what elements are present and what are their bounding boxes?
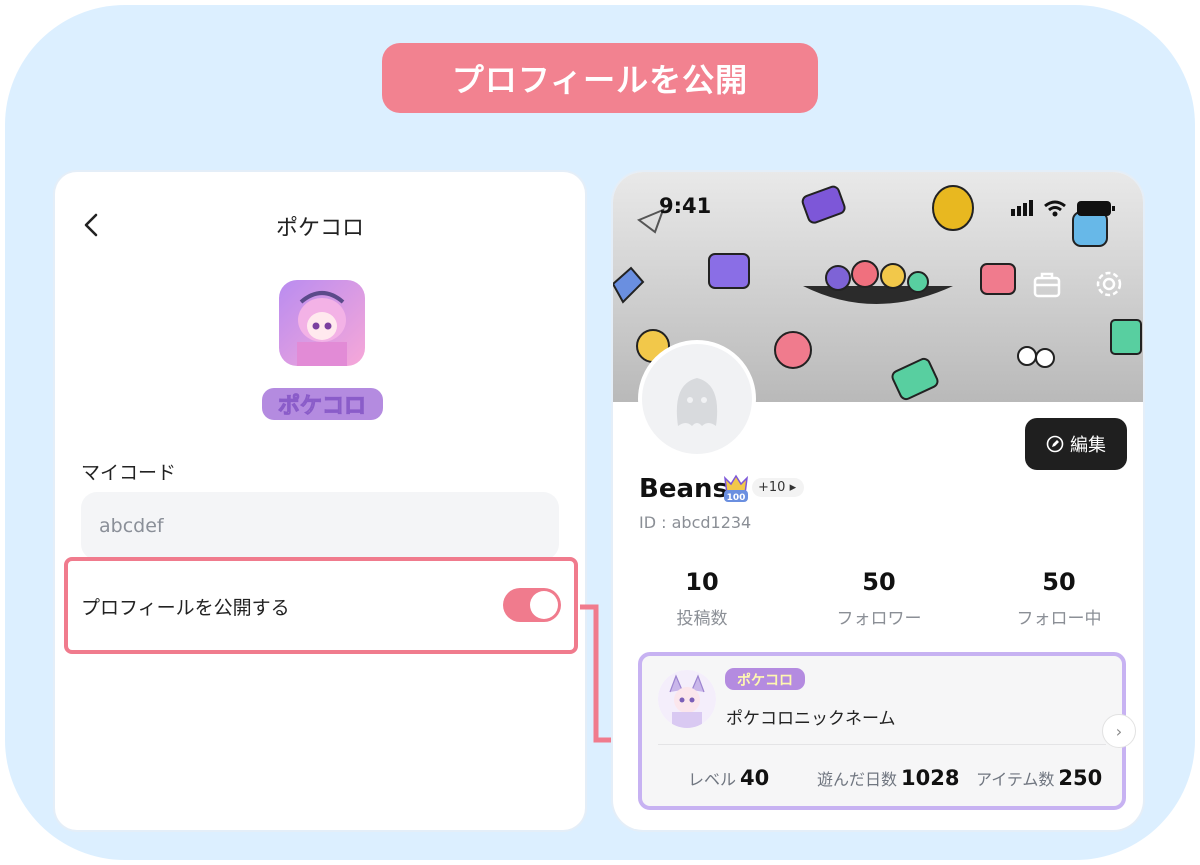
days-label: 遊んだ日数: [817, 770, 898, 789]
game-avatar: [658, 670, 716, 728]
svg-text:ポケコロ: ポケコロ: [737, 672, 793, 689]
profile-id: ID : abcd1234: [639, 513, 752, 532]
status-icons: [1011, 200, 1115, 217]
my-code-label: マイコード: [81, 462, 177, 484]
toggle-highlight-frame: [64, 557, 578, 654]
gear-icon[interactable]: [1093, 268, 1125, 300]
edit-button-label: 編集: [1070, 435, 1106, 456]
badge-extra-count: +10: [758, 480, 786, 495]
stat-value: 50: [862, 568, 896, 596]
stat-label: フォロー中: [1016, 609, 1102, 629]
game-level: レベル 40: [688, 766, 769, 790]
stat-following[interactable]: 50 フォロー中: [994, 568, 1124, 629]
pokecolo-logo: ポケコロ: [260, 384, 385, 424]
status-time: 9:41: [659, 194, 712, 218]
signal-icon: [1011, 200, 1033, 216]
stat-label: フォロワー: [836, 609, 922, 629]
stat-followers[interactable]: 50 フォロワー: [814, 568, 944, 629]
profile-screen: 9:41 編集 Beans 100 +10 ▸ ID : abcd1234 10…: [613, 172, 1143, 830]
chevron-right-icon[interactable]: ›: [1102, 714, 1136, 748]
items-label: アイテム数: [976, 770, 1055, 789]
banner-text: プロフィールを公開: [451, 61, 749, 99]
wifi-icon: [1044, 200, 1066, 217]
game-items: アイテム数 250: [976, 766, 1102, 790]
svg-text:ポケコロ: ポケコロ: [278, 393, 366, 419]
title-banner: プロフィールを公開: [382, 43, 818, 113]
stat-value: 50: [1042, 568, 1076, 596]
game-days: 遊んだ日数 1028: [817, 766, 959, 790]
items-value: 250: [1058, 766, 1103, 790]
my-code-field[interactable]: abcdef: [81, 492, 559, 560]
stat-posts[interactable]: 10 投稿数: [637, 568, 767, 629]
edit-icon: [1046, 435, 1064, 453]
game-logo: ポケコロ: [724, 666, 806, 692]
days-value: 1028: [901, 766, 960, 790]
game-nickname: ポケコロニックネーム: [726, 709, 896, 729]
stat-label: 投稿数: [676, 609, 728, 629]
settings-screen: ポケコロ ポケコロ マイコード abcdef プロフィールを公開する: [55, 172, 585, 830]
app-icon: [279, 280, 365, 366]
game-profile-card[interactable]: ポケコロ ポケコロニックネーム › レベル 40 遊んだ日数 1028 アイテム数 2…: [638, 652, 1136, 810]
level-badge-icon[interactable]: 100: [721, 472, 751, 504]
badge-more-button[interactable]: +10 ▸: [752, 478, 805, 497]
shop-icon[interactable]: [1031, 268, 1063, 300]
avatar[interactable]: [638, 340, 756, 458]
screen-title: ポケコロ: [275, 216, 364, 241]
card-divider: [658, 744, 1106, 745]
profile-name: Beans: [639, 474, 728, 504]
edit-profile-button[interactable]: 編集: [1025, 418, 1127, 470]
level-value: 40: [740, 766, 770, 790]
svg-text:100: 100: [727, 493, 746, 503]
stat-value: 10: [685, 568, 719, 596]
battery-icon: [1077, 201, 1115, 216]
level-label: レベル: [688, 770, 737, 789]
